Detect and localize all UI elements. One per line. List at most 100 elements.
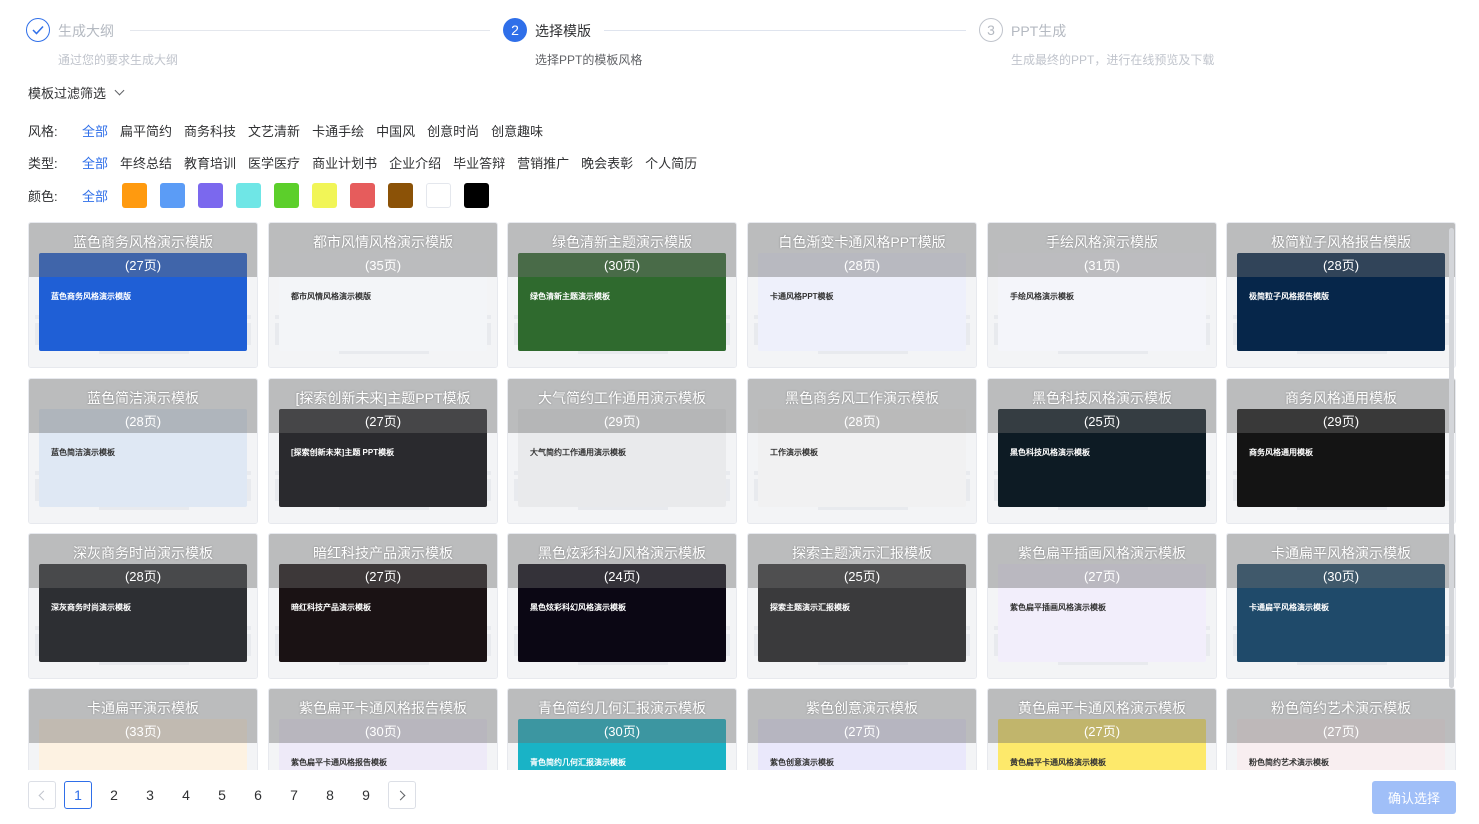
style-option[interactable]: 文艺清新 (248, 121, 300, 140)
confirm-selection-button[interactable]: 确认选择 (1372, 781, 1456, 814)
page-number[interactable]: 5 (208, 781, 236, 809)
template-card[interactable]: 紫色创意演示模板 紫色创意演示模板 (27页) (747, 688, 977, 770)
style-option[interactable]: 创意趣味 (491, 121, 543, 140)
color-swatch[interactable] (312, 183, 338, 208)
page-number[interactable]: 2 (100, 781, 128, 809)
template-card[interactable]: 蓝色简洁演示模板 蓝色简洁演示模板 (28页) (28, 378, 258, 524)
template-card[interactable]: 青色简约几何汇报演示模板 青色简约几何汇报演示模板 (30页) (507, 688, 737, 770)
template-card[interactable]: 极简粒子风格报告模版 极简粒子风格报告模版 (28页) (1226, 222, 1456, 368)
page-number[interactable]: 7 (280, 781, 308, 809)
template-card[interactable]: 紫色扁平插画风格演示模板 紫色扁平插画风格演示模板 (27页) (987, 533, 1217, 679)
template-card[interactable]: 手绘风格演示模板 手绘风格演示模版 (31页) (987, 222, 1217, 368)
template-overlay: 大气简约工作通用演示模板 (29页) (508, 379, 736, 433)
type-option[interactable]: 年终总结 (120, 153, 172, 172)
template-card[interactable]: 暗红科技产品演示模板 暗红科技产品演示模板 (27页) (268, 533, 498, 679)
style-option[interactable]: 中国风 (376, 121, 415, 140)
template-cover-title: [探索创新未来]主题 PPT模板 (291, 448, 395, 457)
template-cover-title: 深灰商务时尚演示模板 (51, 603, 131, 612)
template-name: 黑色炫彩科幻风格演示模板 (538, 545, 706, 561)
color-swatch[interactable] (122, 183, 148, 208)
scrollbar[interactable] (1449, 228, 1454, 688)
page-number[interactable]: 9 (352, 781, 380, 809)
type-option[interactable]: 医学医疗 (248, 153, 300, 172)
template-page-count: (24页) (603, 569, 641, 584)
step-title: 生成大纲 (58, 23, 114, 39)
type-option[interactable]: 毕业答辩 (453, 153, 505, 172)
template-name: 白色渐变卡通风格PPT模版 (778, 234, 946, 250)
template-overlay: 都市风情风格演示模版 (35页) (269, 223, 497, 277)
template-page-count: (27页) (124, 258, 162, 273)
color-swatch[interactable] (350, 183, 376, 208)
template-overlay: 探索主题演示汇报模板 (25页) (748, 534, 976, 588)
type-option[interactable]: 全部 (82, 153, 108, 172)
template-overlay: 深灰商务时尚演示模板 (28页) (29, 534, 257, 588)
color-swatch[interactable] (236, 183, 262, 208)
template-name: 黄色扁平卡通风格演示模板 (1018, 700, 1186, 716)
color-swatch[interactable] (274, 183, 300, 208)
template-page-count: (28页) (1322, 258, 1360, 273)
page-number[interactable]: 6 (244, 781, 272, 809)
color-swatch[interactable] (198, 183, 224, 208)
color-swatch[interactable] (160, 183, 186, 208)
template-card[interactable]: 探索主题演示汇报模板 探索主题演示汇报模板 (25页) (747, 533, 977, 679)
style-option[interactable]: 卡通手绘 (312, 121, 364, 140)
template-card[interactable]: 工作演示模板 黑色商务风工作演示模板 (28页) (747, 378, 977, 524)
template-card[interactable]: 黄色扁平卡通风格演示模板 黄色扁平卡通风格演示模板 (27页) (987, 688, 1217, 770)
template-card[interactable]: 黑色科技风格演示模板 黑色科技风格演示模板 (25页) (987, 378, 1217, 524)
filter-toggle-label: 模板过滤筛选 (28, 86, 107, 101)
template-cover-title: 极简粒子风格报告模版 (1249, 292, 1329, 301)
template-cover-title: 黄色扁平卡通风格演示模板 (1010, 758, 1106, 767)
template-page-count: (28页) (124, 569, 162, 584)
template-card[interactable]: 卡通扁平演示模板 (33页) (28, 688, 258, 770)
step-desc: 通过您的要求生成大纲 (58, 53, 179, 67)
template-name: 黑色科技风格演示模板 (1032, 390, 1172, 406)
page-number[interactable]: 8 (316, 781, 344, 809)
style-option[interactable]: 扁平简约 (120, 121, 172, 140)
template-name: 都市风情风格演示模版 (313, 234, 453, 250)
template-card[interactable]: [探索创新未来]主题 PPT模板 [探索创新未来]主题PPT模板 (27页) (268, 378, 498, 524)
type-option[interactable]: 个人简历 (645, 153, 697, 172)
template-page-count: (29页) (1322, 414, 1360, 429)
template-card[interactable]: 卡通风格PPT模板 白色渐变卡通风格PPT模版 (28页) (747, 222, 977, 368)
template-card[interactable]: 卡通扁平风格演示模板 卡通扁平风格演示模板 (30页) (1226, 533, 1456, 679)
template-name: 商务风格通用模板 (1285, 390, 1397, 406)
template-name: 青色简约几何汇报演示模板 (538, 700, 706, 716)
page-number[interactable]: 4 (172, 781, 200, 809)
style-option[interactable]: 商务科技 (184, 121, 236, 140)
template-page-count: (27页) (1322, 724, 1360, 739)
template-card[interactable]: 商务风格通用模板 商务风格通用模板 (29页) (1226, 378, 1456, 524)
template-grid: 蓝色商务风格演示模版 蓝色商务风格演示模版 (27页) 都市风情风格演示模版 都市风情风… (28, 222, 1456, 770)
template-cover-title: 工作演示模板 (770, 448, 818, 457)
type-option[interactable]: 企业介绍 (389, 153, 441, 172)
type-option[interactable]: 商业计划书 (312, 153, 377, 172)
page-number[interactable]: 1 (64, 781, 92, 809)
style-option[interactable]: 创意时尚 (427, 121, 479, 140)
type-option[interactable]: 晚会表彰 (581, 153, 633, 172)
template-card[interactable]: 绿色清新主题演示模板 绿色清新主题演示模版 (30页) (507, 222, 737, 368)
template-card[interactable]: 粉色简约艺术演示模板 粉色简约艺术演示模板 (27页) (1226, 688, 1456, 770)
prev-page-button[interactable] (28, 781, 56, 809)
type-option[interactable]: 教育培训 (184, 153, 236, 172)
template-card[interactable]: 大气简约工作通用演示模板 大气简约工作通用演示模板 (29页) (507, 378, 737, 524)
template-overlay: 紫色扁平卡通风格报告模板 (30页) (269, 689, 497, 743)
template-name: 蓝色商务风格演示模版 (73, 234, 213, 250)
template-card[interactable]: 都市风情风格演示模版 都市风情风格演示模版 (35页) (268, 222, 498, 368)
type-option[interactable]: 营销推广 (517, 153, 569, 172)
template-card[interactable]: 黑色炫彩科幻风格演示模板 黑色炫彩科幻风格演示模板 (24页) (507, 533, 737, 679)
template-cover-title: 紫色扁平卡通风格报告模板 (291, 758, 387, 767)
template-name: 探索主题演示汇报模板 (792, 545, 932, 561)
page-number[interactable]: 3 (136, 781, 164, 809)
template-page-count: (30页) (1322, 569, 1360, 584)
color-option-all[interactable]: 全部 (82, 186, 108, 205)
template-overlay: 极简粒子风格报告模版 (28页) (1227, 223, 1455, 277)
template-overlay: 黄色扁平卡通风格演示模板 (27页) (988, 689, 1216, 743)
next-page-button[interactable] (388, 781, 416, 809)
filter-toggle[interactable]: 模板过滤筛选 (28, 83, 125, 102)
color-swatch[interactable] (426, 183, 452, 208)
style-option[interactable]: 全部 (82, 121, 108, 140)
color-swatch[interactable] (388, 183, 414, 208)
template-card[interactable]: 紫色扁平卡通风格报告模板 紫色扁平卡通风格报告模板 (30页) (268, 688, 498, 770)
template-card[interactable]: 深灰商务时尚演示模板 深灰商务时尚演示模板 (28页) (28, 533, 258, 679)
color-swatch[interactable] (464, 183, 490, 208)
template-card[interactable]: 蓝色商务风格演示模版 蓝色商务风格演示模版 (27页) (28, 222, 258, 368)
